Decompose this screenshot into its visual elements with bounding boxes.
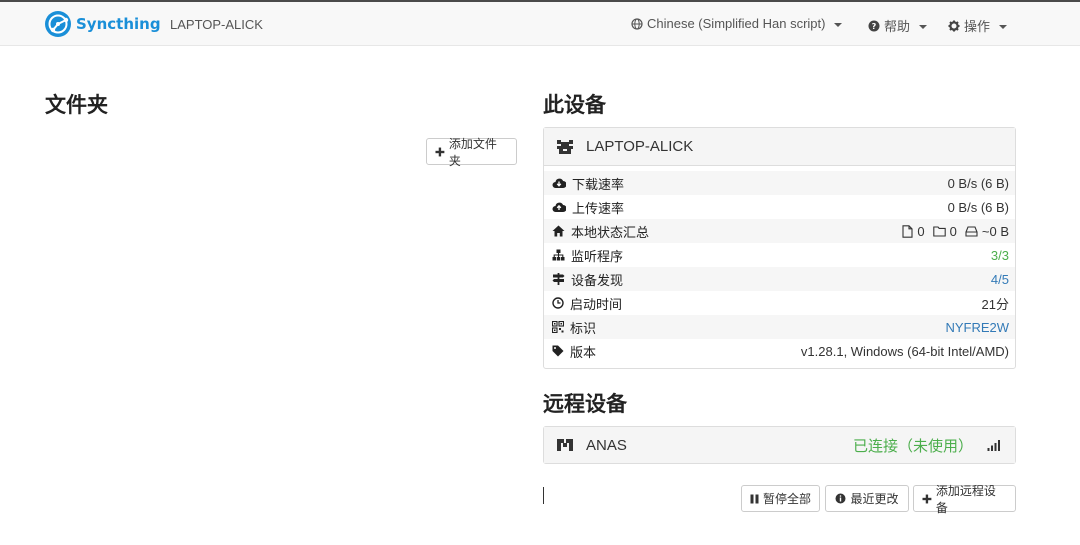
plus-icon [435,147,445,156]
upload-rate-label: 上传速率 [572,200,625,216]
file-icon [902,224,913,238]
chevron-down-icon [919,24,928,29]
signal-strength-icon [987,440,1000,451]
help-dropdown[interactable]: ? 帮助 [868,16,928,35]
language-dropdown[interactable]: Chinese (Simplified Han script) [631,16,843,31]
uptime-value: 21分 [981,296,1009,312]
svg-text:?: ? [872,22,877,31]
help-label: 帮助 [884,19,911,34]
recent-changes-button[interactable]: 最近更改 [825,485,909,512]
plus-icon [922,494,932,503]
upload-rate-value: 0 B/s (6 B) [947,199,1009,215]
add-folder-label: 添加文件夹 [448,136,497,168]
device-identicon-icon [557,439,573,451]
text-cursor [543,487,544,504]
globe-icon [631,17,643,30]
brand-logo[interactable]: Syncthing [44,10,161,38]
device-id-link[interactable]: NYFRE2W [945,320,1009,335]
remote-device-name: ANAS [586,436,627,454]
discovery-value[interactable]: 4/5 [991,272,1009,287]
discovery-label: 设备发现 [571,272,624,288]
identification-label: 标识 [570,320,597,336]
local-files-count: 0 [917,223,925,239]
navbar: Syncthing LAPTOP-ALICK Chinese (Simplifi… [0,2,1080,46]
discovery-row: 设备发现 4/5 [544,267,1015,291]
this-device-title: 此设备 [543,93,606,117]
pause-all-label: 暂停全部 [763,492,812,506]
listeners-row: 监听程序 3/3 [544,243,1015,267]
cloud-download-icon [552,178,566,188]
language-label: Chinese (Simplified Han script) [647,16,826,31]
local-state-label: 本地状态汇总 [571,224,650,240]
remote-device-status-text: 已连接（未使用） [852,437,973,455]
navbar-device-name: LAPTOP-ALICK [170,17,263,32]
folders-title: 文件夹 [45,93,108,117]
uptime-row: 启动时间 21分 [544,291,1015,315]
version-value: v1.28.1, Windows (64-bit Intel/AMD) [800,343,1009,359]
add-folder-button[interactable]: 添加文件夹 [426,137,517,168]
listeners-label: 监听程序 [571,248,624,264]
remote-device-status: 已连接（未使用） [853,435,1001,456]
remote-devices-title: 远程设备 [543,392,627,416]
info-icon [835,493,846,504]
brand-name: Syncthing [76,15,161,33]
uptime-label: 启动时间 [570,296,623,312]
syncthing-logo-icon [45,11,71,37]
question-icon: ? [868,20,880,31]
this-device-panel: LAPTOP-ALICK 下载速率 0 B/s (6 B) 上传速率 0 B/s… [543,127,1016,369]
folder-icon [932,226,946,237]
download-rate-value: 0 B/s (6 B) [947,175,1009,191]
add-remote-device-button[interactable]: 添加远程设备 [913,484,1016,515]
this-device-header[interactable]: LAPTOP-ALICK [544,128,1015,166]
chevron-down-icon [834,22,843,27]
signpost-icon [552,273,565,285]
upload-rate-row: 上传速率 0 B/s (6 B) [544,195,1015,219]
remote-device-header-anas[interactable]: ANAS 已连接（未使用） [544,427,1015,463]
this-device-name: LAPTOP-ALICK [586,138,694,155]
actions-dropdown[interactable]: 操作 [948,16,1008,35]
local-size-value: ~0 B [981,223,1009,239]
chevron-down-icon [999,24,1008,29]
version-label: 版本 [570,344,597,360]
add-remote-device-label: 添加远程设备 [935,483,996,515]
local-state-row: 本地状态汇总 0 0 ~0 B [544,219,1015,243]
recent-changes-label: 最近更改 [850,492,899,506]
hdd-icon [965,225,978,237]
pause-all-button[interactable]: 暂停全部 [741,485,820,512]
this-device-details: 下载速率 0 B/s (6 B) 上传速率 0 B/s (6 B) 本地状态汇总 [544,166,1015,368]
actions-label: 操作 [964,19,991,34]
clock-icon [552,297,564,309]
listeners-value[interactable]: 3/3 [991,248,1009,263]
sitemap-icon [552,249,565,261]
identification-row: 标识 NYFRE2W [544,315,1015,339]
local-state-value: 0 0 ~0 B [902,224,1009,239]
qrcode-icon [552,321,564,333]
download-rate-row: 下载速率 0 B/s (6 B) [544,171,1015,195]
version-row: 版本 v1.28.1, Windows (64-bit Intel/AMD) [544,339,1015,363]
gear-icon [948,20,960,31]
device-identicon-icon [557,139,573,154]
tag-icon [552,345,564,357]
local-dirs-count: 0 [949,223,957,239]
home-icon [552,225,565,237]
pause-icon [750,494,759,503]
remote-device-panel: ANAS 已连接（未使用） [543,426,1016,464]
cloud-upload-icon [552,202,566,212]
download-rate-label: 下载速率 [572,176,625,192]
